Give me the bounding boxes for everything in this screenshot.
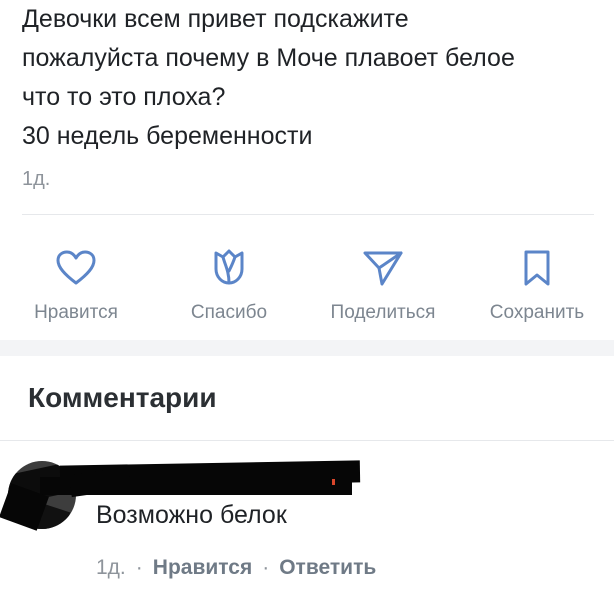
tulip-icon xyxy=(154,246,304,290)
post-text-line: что то это плоха? xyxy=(22,83,226,111)
send-icon xyxy=(308,246,458,290)
thanks-label: Спасибо xyxy=(190,302,268,323)
save-button[interactable]: Сохранить xyxy=(462,246,612,324)
redaction-mark xyxy=(332,479,335,485)
meta-separator: · xyxy=(135,556,143,579)
post-text: Девочки всем привет подскажите пожалуйст… xyxy=(22,0,602,156)
heart-icon xyxy=(1,246,151,290)
bookmark-icon xyxy=(462,246,612,290)
section-separator xyxy=(0,340,614,356)
meta-separator: · xyxy=(262,556,270,579)
post-divider xyxy=(22,214,594,215)
post-text-line: 30 недель беременности xyxy=(22,122,313,150)
like-label: Нравится xyxy=(34,302,118,323)
post-card: Девочки всем привет подскажите пожалуйст… xyxy=(0,0,614,340)
thanks-button[interactable]: Спасибо xyxy=(154,246,304,324)
comment-item: Возможно белок 1д. · Нравится · Ответить xyxy=(0,441,614,600)
like-button[interactable]: Нравится xyxy=(1,246,151,324)
comment-reply-link[interactable]: Ответить xyxy=(279,556,376,579)
comment-meta: 1д. · Нравится · Ответить xyxy=(96,556,376,580)
share-label: Поделиться xyxy=(330,302,436,323)
save-label: Сохранить xyxy=(489,302,585,323)
comment-timestamp: 1д. xyxy=(96,556,126,579)
comment-like-link[interactable]: Нравится xyxy=(153,556,252,579)
post-text-line: Девочки всем привет подскажите xyxy=(22,5,409,33)
post-text-line: пожалуйста почему в Моче плавоет белое xyxy=(22,44,515,72)
share-button[interactable]: Поделиться xyxy=(308,246,458,324)
comments-heading: Комментарии xyxy=(28,382,217,413)
post-timestamp: 1д. xyxy=(22,168,51,190)
post-actions: Нравится Спасибо Поделиться Сохранить xyxy=(0,246,614,336)
comment-text: Возможно белок xyxy=(96,501,287,529)
